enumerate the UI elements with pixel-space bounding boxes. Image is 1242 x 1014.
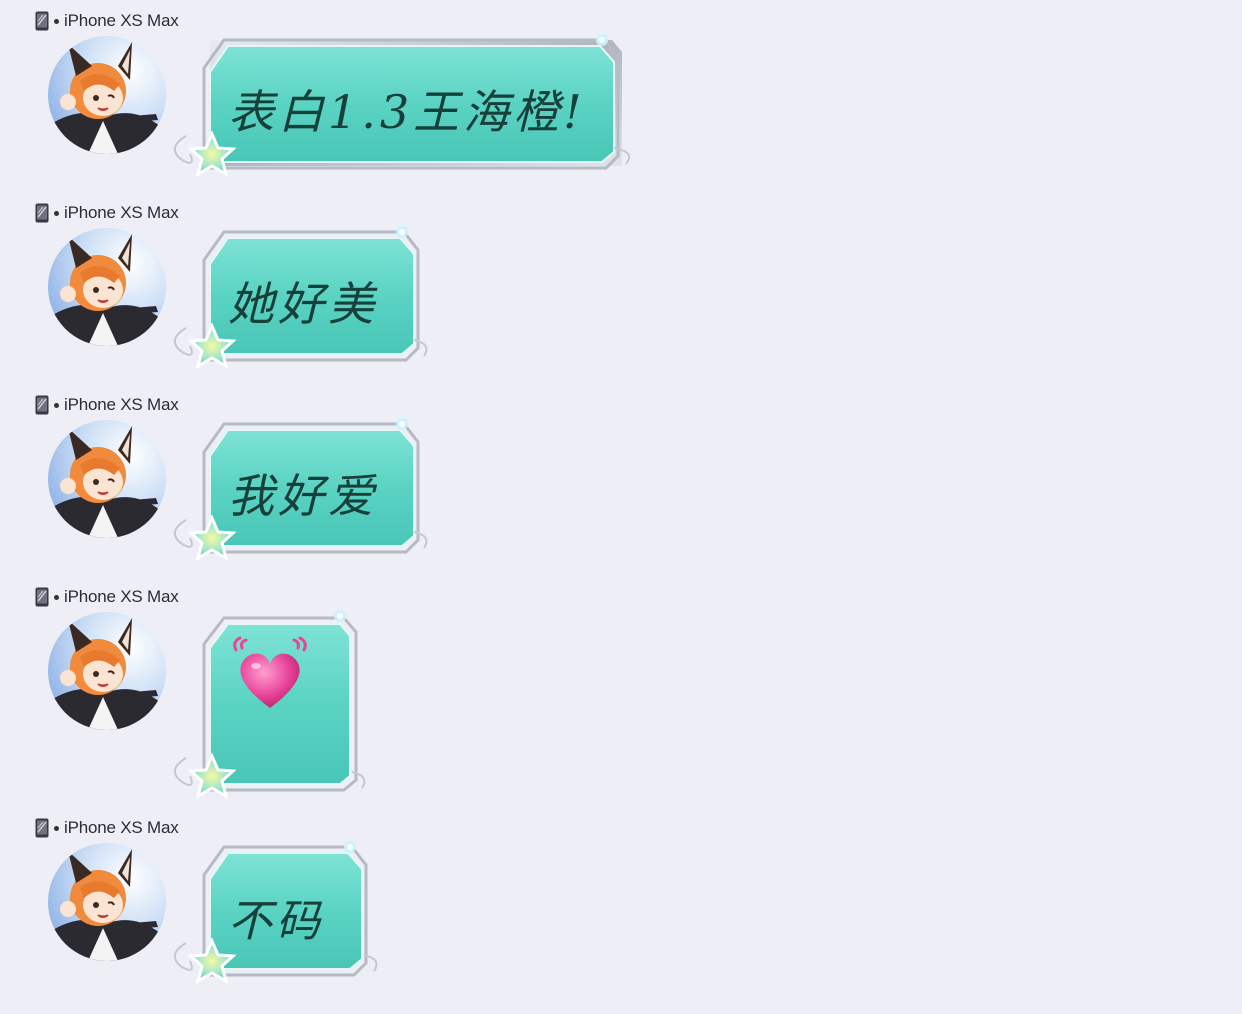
message-text: 不码 bbox=[228, 896, 324, 947]
sender-info: iPhone XS Max bbox=[35, 202, 179, 224]
device-name: iPhone XS Max bbox=[64, 203, 179, 222]
message-row: iPhone XS Max bbox=[0, 192, 1242, 382]
fox-girl-avatar[interactable] bbox=[48, 612, 166, 730]
message-row: iPhone XS Max bbox=[0, 576, 1242, 806]
device-name: iPhone XS Max bbox=[64, 818, 179, 837]
message-text: 我好爱 bbox=[228, 469, 378, 523]
phone-icon bbox=[35, 587, 49, 607]
fox-girl-avatar[interactable] bbox=[48, 228, 166, 346]
phone-icon bbox=[35, 395, 49, 415]
message-text: 她好美 bbox=[228, 277, 378, 331]
device-name: iPhone XS Max bbox=[64, 587, 179, 606]
sender-info: iPhone XS Max bbox=[35, 394, 179, 416]
message-text: 表白1.3王海橙! bbox=[228, 85, 586, 139]
separator-dot bbox=[54, 210, 59, 216]
fox-girl-avatar[interactable] bbox=[48, 36, 166, 154]
separator-dot bbox=[54, 825, 59, 831]
device-name: iPhone XS Max bbox=[64, 395, 179, 414]
fox-girl-avatar[interactable] bbox=[48, 843, 166, 961]
phone-icon bbox=[35, 11, 49, 31]
sender-info: iPhone XS Max bbox=[35, 10, 179, 32]
phone-icon bbox=[35, 818, 49, 838]
separator-dot bbox=[54, 402, 59, 408]
phone-icon bbox=[35, 203, 49, 223]
separator-dot bbox=[54, 594, 59, 600]
beating-heart-icon bbox=[230, 636, 310, 716]
message-row: iPhone XS Max bbox=[0, 384, 1242, 574]
message-row: iPhone XS Max bbox=[0, 0, 1242, 190]
message-row: iPhone XS Max bbox=[0, 807, 1242, 1007]
separator-dot bbox=[54, 18, 59, 24]
chat-history[interactable]: iPhone XS Max 表白1.3王海橙! iPhone XS Max 她好… bbox=[0, 0, 1242, 1014]
device-name: iPhone XS Max bbox=[64, 11, 179, 30]
sender-info: iPhone XS Max bbox=[35, 586, 179, 608]
fox-girl-avatar[interactable] bbox=[48, 420, 166, 538]
sender-info: iPhone XS Max bbox=[35, 817, 179, 839]
